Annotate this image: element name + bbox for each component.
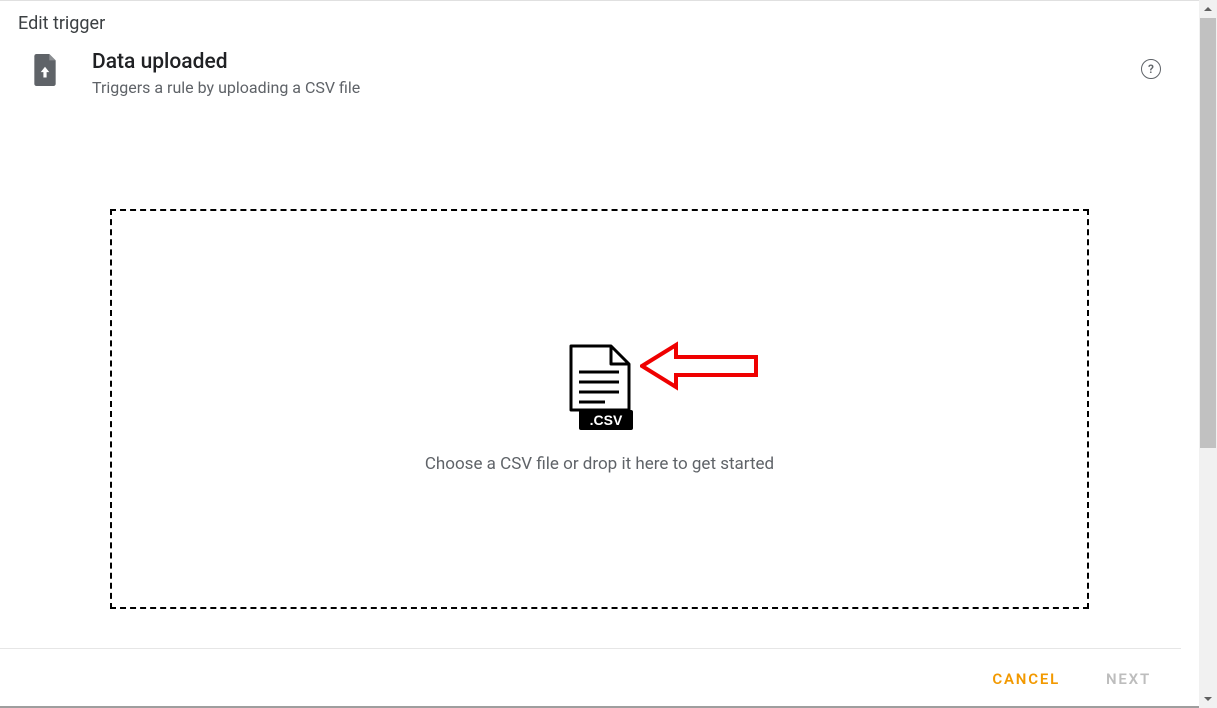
trigger-name: Data uploaded <box>92 50 1141 74</box>
scroll-down-arrow-icon[interactable] <box>1199 690 1217 708</box>
file-upload-icon <box>18 50 78 86</box>
svg-text:.CSV: .CSV <box>589 412 622 428</box>
csv-dropzone[interactable]: .CSV Choose a CSV file or drop it here t… <box>110 209 1089 609</box>
dialog-footer: CANCEL NEXT <box>0 648 1181 708</box>
help-icon[interactable]: ? <box>1141 59 1161 79</box>
next-button[interactable]: NEXT <box>1098 660 1159 698</box>
cancel-button[interactable]: CANCEL <box>984 660 1068 698</box>
scroll-thumb[interactable] <box>1200 18 1216 448</box>
trigger-header: Data uploaded Triggers a rule by uploadi… <box>0 44 1199 109</box>
main-panel: Edit trigger Data uploaded Triggers a ru… <box>0 0 1199 708</box>
trigger-description: Triggers a rule by uploading a CSV file <box>92 78 1141 97</box>
page-title: Edit trigger <box>0 1 1199 44</box>
scroll-up-arrow-icon[interactable] <box>1199 0 1217 18</box>
csv-file-icon: .CSV <box>565 344 635 436</box>
annotation-arrow-icon <box>640 341 760 395</box>
vertical-scrollbar[interactable] <box>1199 0 1217 708</box>
dropzone-prompt: Choose a CSV file or drop it here to get… <box>425 454 774 474</box>
dropzone-container: .CSV Choose a CSV file or drop it here t… <box>0 109 1199 609</box>
scroll-track[interactable] <box>1199 18 1217 690</box>
trigger-header-text: Data uploaded Triggers a rule by uploadi… <box>78 50 1141 97</box>
